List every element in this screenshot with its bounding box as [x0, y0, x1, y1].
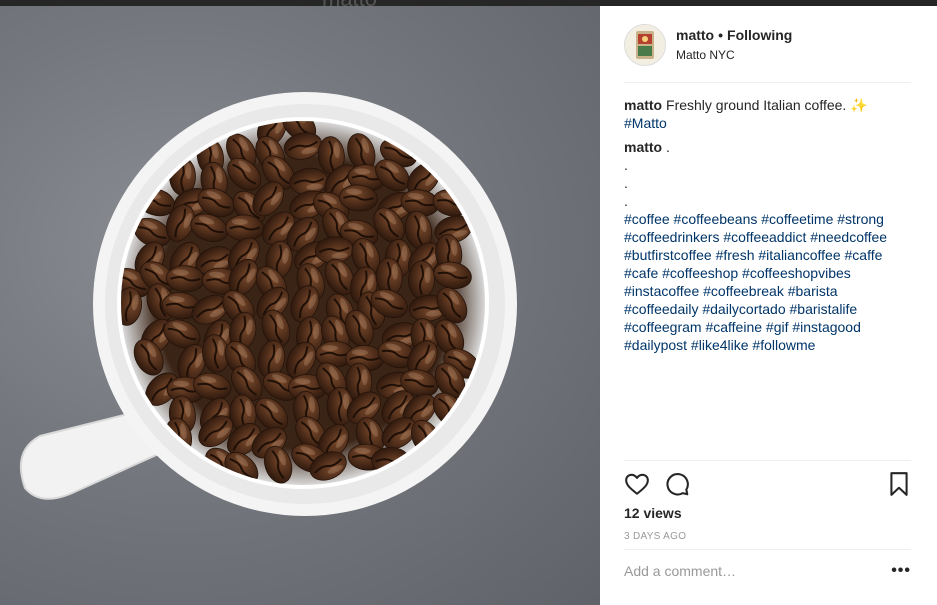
post-header: matto • Following Matto NYC [624, 22, 911, 83]
more-options-button[interactable]: ••• [891, 562, 911, 580]
caption-hashtag[interactable]: #Matto [624, 115, 667, 131]
comment-dot: . [624, 157, 628, 173]
caption: matto Freshly ground Italian coffee. ✨ #… [624, 96, 914, 132]
hashtag-line[interactable]: #dailypost #like4like #followme [624, 336, 914, 354]
author-line: matto • Following [676, 27, 792, 43]
view-count[interactable]: 12 views [624, 505, 682, 521]
heart-icon[interactable] [624, 471, 650, 497]
post-image[interactable] [0, 6, 600, 605]
comment-dot: . [624, 193, 628, 209]
hashtag-line[interactable]: #butfirstcoffee #fresh #italiancoffee #c… [624, 246, 914, 264]
comment: matto . . . . #coffee #coffeebeans #coff… [624, 138, 914, 354]
location-link[interactable]: Matto NYC [676, 48, 735, 62]
bookmark-icon[interactable] [888, 471, 910, 497]
comment-bar: ••• [624, 549, 911, 598]
comment-input[interactable] [624, 560, 864, 582]
comment-icon[interactable] [664, 471, 690, 497]
sparkles-icon: ✨ [850, 97, 868, 113]
hashtag-line[interactable]: #coffeegram #caffeine #gif #instagood [624, 318, 914, 336]
separator-dot: • [718, 27, 724, 43]
hashtag-line[interactable]: #instacoffee #coffeebreak #barista [624, 282, 914, 300]
post-sidebar: matto • Following Matto NYC matto Freshly … [600, 6, 937, 605]
hashtag-line[interactable]: #coffee #coffeebeans #coffeetime #strong [624, 210, 914, 228]
comment-dot: . [624, 175, 628, 191]
matto-logo-icon [625, 25, 665, 65]
hashtag-line[interactable]: #coffeedrinkers #coffeeaddict #needcoffe… [624, 228, 914, 246]
caption-text: Freshly ground Italian coffee. [666, 97, 847, 113]
comment-first-text: . [666, 139, 670, 155]
post-timestamp[interactable]: 3 DAYS AGO [624, 531, 686, 542]
hashtag-line[interactable]: #coffeedaily #dailycortado #baristalife [624, 300, 914, 318]
follow-status-button[interactable]: Following [727, 27, 792, 43]
comment-username[interactable]: matto [624, 139, 662, 155]
caption-username[interactable]: matto [624, 97, 662, 113]
author-username[interactable]: matto [676, 27, 714, 43]
coffee-cup-image [19, 92, 517, 516]
avatar[interactable] [624, 24, 666, 66]
post-actions: 12 views 3 DAYS AGO ••• [624, 460, 911, 599]
hashtag-line[interactable]: #cafe #coffeeshop #coffeeshopvibes [624, 264, 914, 282]
caption-area: matto Freshly ground Italian coffee. ✨ #… [624, 96, 914, 360]
